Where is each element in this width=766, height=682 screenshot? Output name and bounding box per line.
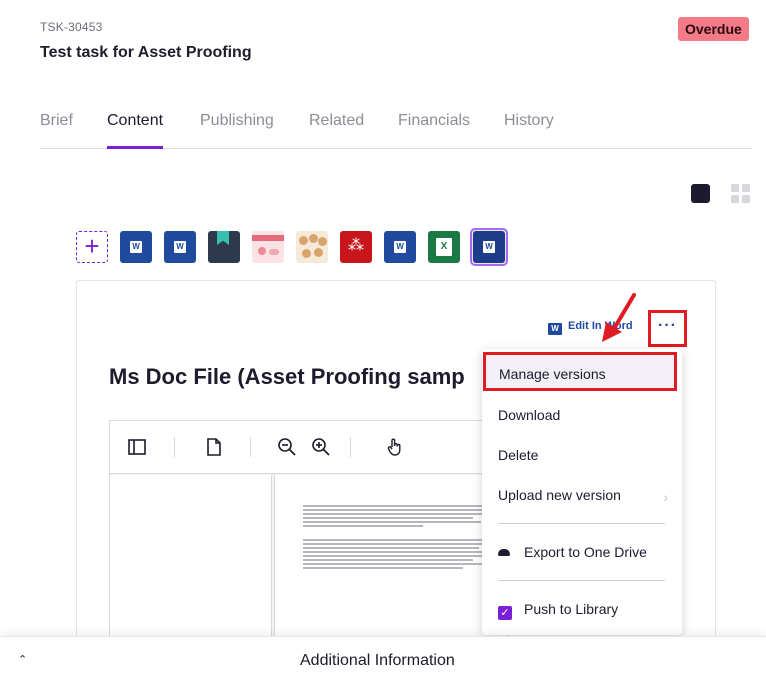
status-badge: Overdue: [678, 17, 749, 41]
tab-history[interactable]: History: [504, 112, 554, 149]
list-view-icon[interactable]: [691, 184, 710, 203]
additional-information-bar[interactable]: ⌃ Additional Information: [0, 636, 766, 682]
sidebar-toggle-icon[interactable]: [126, 436, 148, 458]
word-icon[interactable]: W: [164, 231, 196, 263]
page-icon[interactable]: [203, 436, 225, 458]
viewer-toolbar: [110, 421, 508, 474]
chevron-right-icon: ›: [663, 489, 668, 505]
menu-item-export-to-one-drive[interactable]: Export to One Drive: [498, 544, 647, 560]
zoom-out-icon[interactable]: [276, 436, 298, 458]
word-icon: W: [548, 323, 562, 335]
menu-item-download[interactable]: Download: [498, 407, 560, 423]
tab-financials[interactable]: Financials: [398, 112, 470, 149]
tab-bar: Brief Content Publishing Related Financi…: [40, 112, 752, 149]
additional-information-title: Additional Information: [300, 652, 455, 669]
bookmark-icon[interactable]: [208, 231, 240, 263]
more-options-button[interactable]: ···: [648, 310, 687, 347]
add-icon[interactable]: +: [76, 231, 108, 263]
cloud-icon: [498, 549, 510, 556]
tab-related[interactable]: Related: [309, 112, 364, 149]
menu-item-manage-versions[interactable]: Manage versions: [483, 352, 677, 391]
word-icon[interactable]: W: [384, 231, 416, 263]
image-thumbnail[interactable]: [296, 231, 328, 263]
task-id: TSK-30453: [40, 20, 103, 34]
tab-brief[interactable]: Brief: [40, 112, 73, 149]
menu-item-push-label: Push to Library: [524, 601, 619, 617]
menu-item-upload-label: Upload new version: [498, 487, 621, 503]
task-title: Test task for Asset Proofing: [40, 44, 252, 61]
grid-view-icon[interactable]: [731, 184, 750, 203]
document-page-preview: [274, 475, 508, 639]
word-icon[interactable]: W: [120, 231, 152, 263]
chevron-up-icon[interactable]: ⌃: [18, 653, 27, 666]
document-viewer: [109, 420, 509, 640]
image-thumbnail[interactable]: [252, 231, 284, 263]
menu-item-upload-new-version[interactable]: Upload new version ›: [498, 487, 668, 505]
tab-content[interactable]: Content: [107, 112, 164, 149]
excel-icon[interactable]: X: [428, 231, 460, 263]
selected-asset-frame: W: [470, 228, 508, 266]
menu-item-export-label: Export to One Drive: [524, 544, 647, 560]
zoom-in-icon[interactable]: [310, 436, 332, 458]
menu-item-delete[interactable]: Delete: [498, 447, 538, 463]
pdf-icon[interactable]: ⁂: [340, 231, 372, 263]
document-title: Ms Doc File (Asset Proofing samp: [109, 364, 465, 389]
viewer-sidebar: [110, 475, 272, 639]
red-arrow-annotation: [602, 293, 636, 342]
tab-publishing[interactable]: Publishing: [200, 112, 274, 149]
word-icon[interactable]: W: [473, 231, 505, 263]
pan-hand-icon[interactable]: [384, 436, 406, 458]
more-options-menu: Manage versions Download Delete Upload n…: [482, 349, 682, 635]
checkbox-checked-icon[interactable]: ✓: [498, 606, 512, 620]
menu-item-push-to-library[interactable]: ✓ Push to Library: [498, 601, 618, 620]
